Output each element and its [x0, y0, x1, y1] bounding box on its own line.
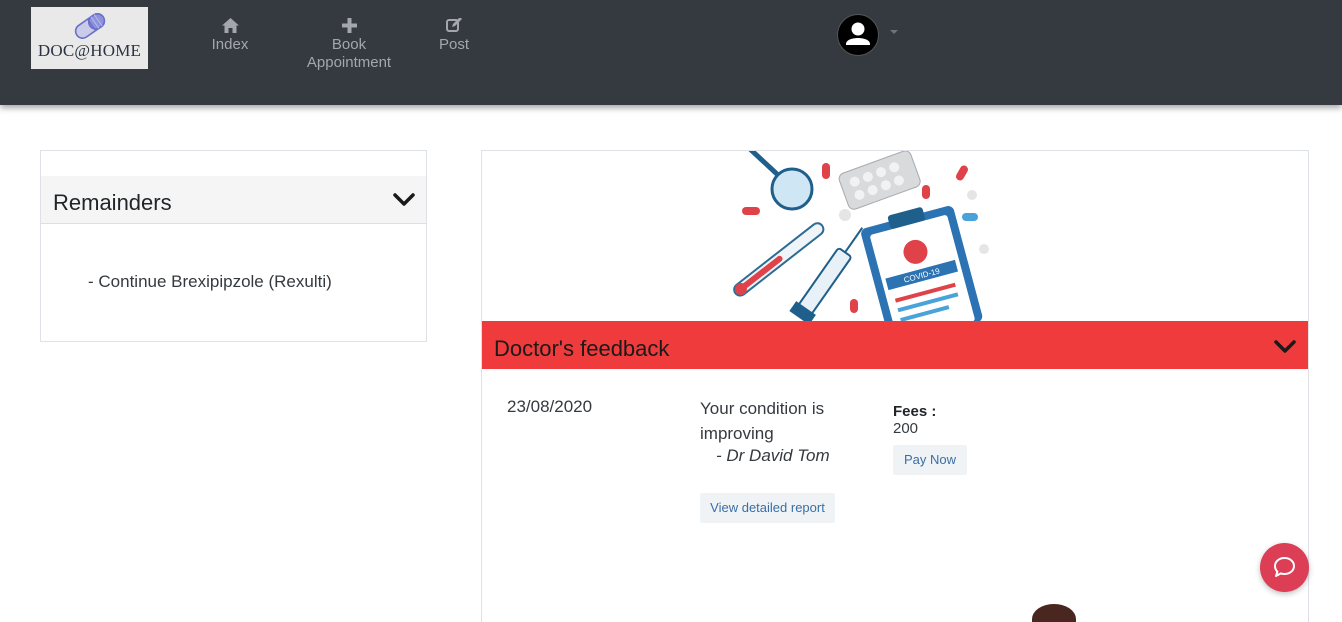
feedback-card: COVID-19 Doctor's feedback 23/08/2020 Yo… — [481, 150, 1309, 622]
reminder-item: - Continue Brexipipzole (Rexulti) — [88, 272, 332, 291]
medical-illustration: COVID-19 — [733, 151, 989, 321]
nav-index-label: Index — [211, 36, 249, 53]
brand-logo[interactable]: DOC@HOME — [31, 7, 148, 69]
feedback-date: 23/08/2020 — [507, 397, 593, 416]
feedback-message: Your condition is improving — [700, 399, 825, 443]
user-icon — [846, 22, 870, 45]
feedback-title: Doctor's feedback — [494, 336, 670, 361]
nav-post-label: Post — [438, 36, 469, 53]
user-dropdown-caret[interactable] — [890, 30, 898, 34]
view-detailed-report-button[interactable]: View detailed report — [700, 493, 835, 523]
reminders-card: Remainders - Continue Brexipipzole (Rexu… — [40, 150, 427, 342]
chevron-down-icon[interactable] — [1274, 340, 1296, 354]
nav-index[interactable]: Index — [205, 18, 255, 54]
fees-value: 200 — [893, 420, 919, 437]
logo-text: DOC@HOME — [37, 41, 142, 60]
chevron-down-icon[interactable] — [393, 193, 415, 207]
pay-now-button[interactable]: Pay Now — [893, 445, 967, 475]
user-avatar[interactable] — [837, 14, 879, 56]
decorative-image-fragment — [1032, 604, 1076, 622]
home-icon — [221, 18, 239, 33]
edit-icon — [446, 18, 462, 32]
pill-icon — [74, 13, 106, 39]
chat-button[interactable] — [1260, 543, 1309, 592]
top-navbar: DOC@HOME Index Book Appointment Post — [0, 0, 1342, 105]
reminders-header[interactable]: Remainders — [41, 176, 426, 224]
feedback-signature: - Dr David Tom — [716, 446, 830, 465]
reminders-title: Remainders — [53, 190, 172, 215]
plus-icon — [341, 18, 357, 33]
chat-bubble-icon — [1274, 557, 1295, 577]
fees-label: Fees : — [893, 403, 937, 420]
nav-post[interactable]: Post — [433, 18, 475, 54]
nav-book-label: Book Appointment — [306, 36, 392, 71]
feedback-header[interactable]: Doctor's feedback — [482, 321, 1308, 369]
nav-book-appointment[interactable]: Book Appointment — [300, 18, 398, 72]
